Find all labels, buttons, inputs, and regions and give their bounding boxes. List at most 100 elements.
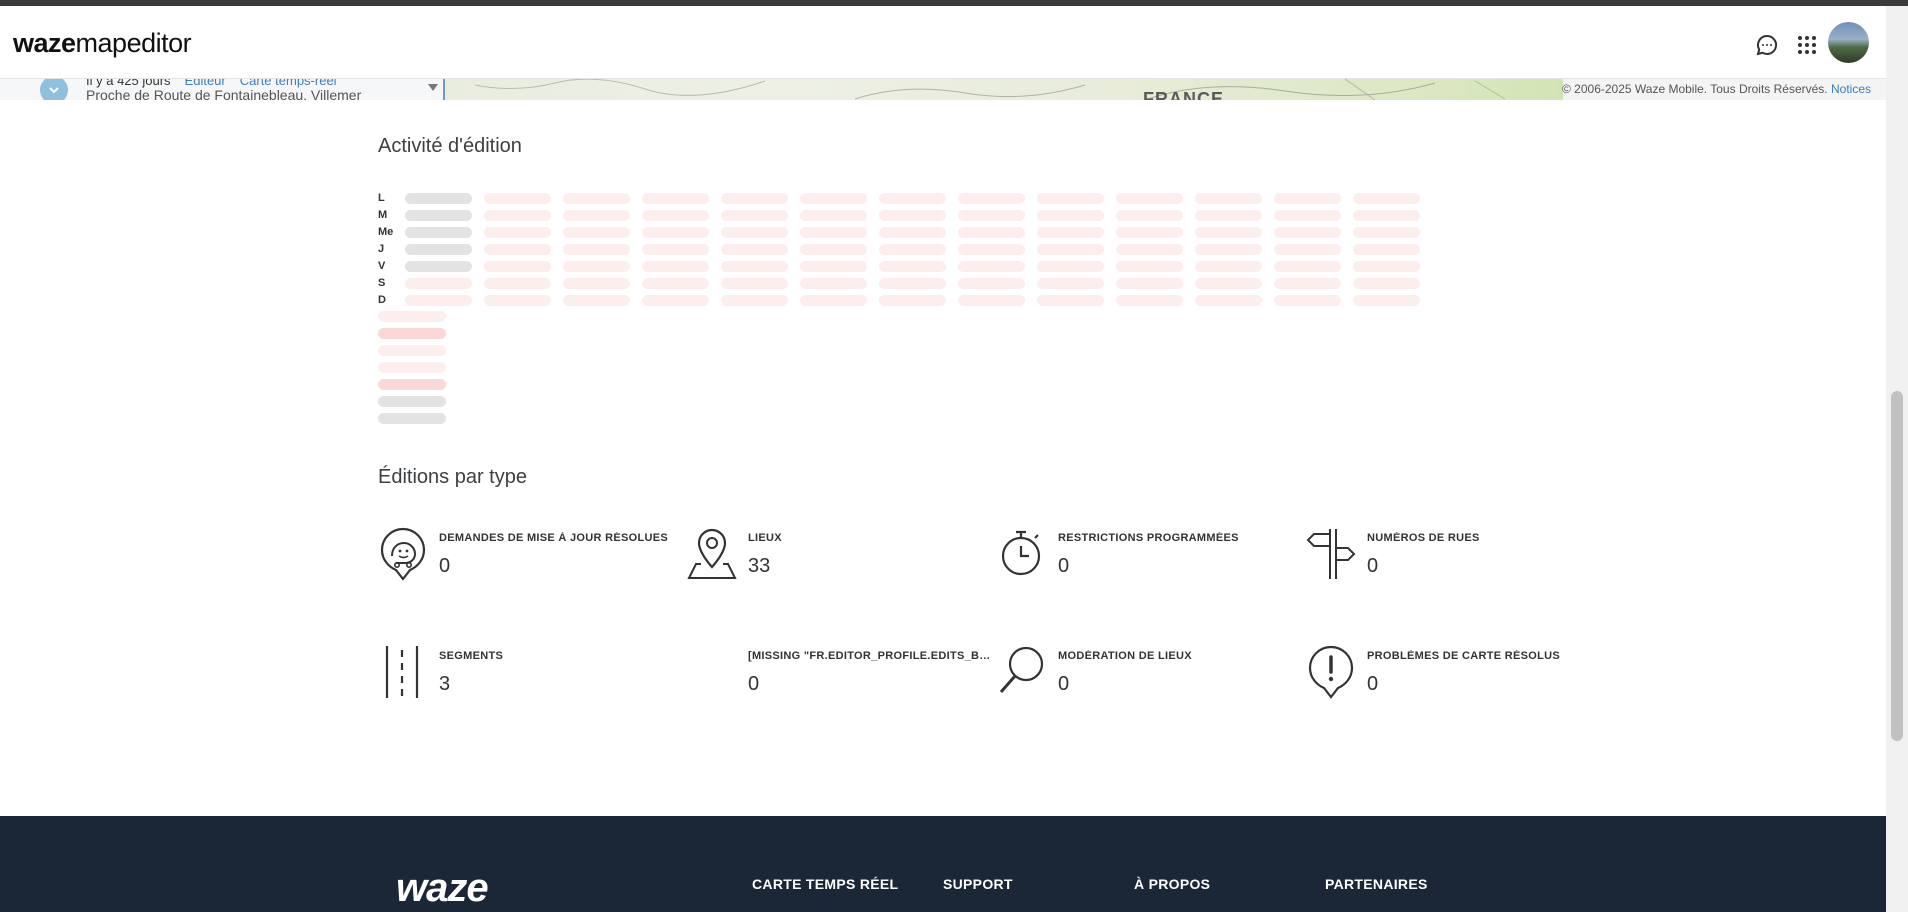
heatmap-cell[interactable] bbox=[563, 278, 630, 289]
heatmap-cell[interactable] bbox=[958, 227, 1025, 238]
heatmap-cell[interactable] bbox=[1037, 261, 1104, 272]
heatmap-cell[interactable] bbox=[642, 261, 709, 272]
heatmap-cell[interactable] bbox=[642, 227, 709, 238]
waze-mapeditor-logo[interactable]: wazemapeditor bbox=[13, 28, 192, 59]
heatmap-cell[interactable] bbox=[405, 227, 472, 238]
heatmap-cell[interactable] bbox=[1037, 210, 1104, 221]
heatmap-cell[interactable] bbox=[1274, 278, 1341, 289]
footer-waze-logo[interactable]: waze bbox=[396, 866, 489, 911]
heatmap-cell[interactable] bbox=[800, 261, 867, 272]
map-image[interactable]: FRANCE bbox=[443, 79, 1563, 100]
heatmap-cell[interactable] bbox=[958, 261, 1025, 272]
heatmap-cell[interactable] bbox=[800, 278, 867, 289]
footer-link-support[interactable]: SUPPORT bbox=[943, 876, 1013, 892]
heatmap-cell[interactable] bbox=[1195, 227, 1262, 238]
heatmap-cell[interactable] bbox=[1353, 261, 1420, 272]
heatmap-cell[interactable] bbox=[1116, 193, 1183, 204]
footer-link-about[interactable]: À PROPOS bbox=[1134, 876, 1210, 892]
heatmap-cell[interactable] bbox=[405, 193, 472, 204]
heatmap-cell[interactable] bbox=[1037, 278, 1104, 289]
heatmap-cell[interactable] bbox=[1274, 244, 1341, 255]
heatmap-cell[interactable] bbox=[958, 295, 1025, 306]
heatmap-cell[interactable] bbox=[879, 244, 946, 255]
heatmap-cell[interactable] bbox=[563, 261, 630, 272]
heatmap-cell[interactable] bbox=[958, 210, 1025, 221]
footer-link-partners[interactable]: PARTENAIRES bbox=[1325, 876, 1428, 892]
heatmap-cell[interactable] bbox=[405, 295, 472, 306]
heatmap-cell[interactable] bbox=[484, 210, 551, 221]
heatmap-cell[interactable] bbox=[721, 295, 788, 306]
user-avatar[interactable] bbox=[1828, 22, 1869, 63]
heatmap-cell[interactable] bbox=[721, 227, 788, 238]
heatmap-cell[interactable] bbox=[958, 278, 1025, 289]
heatmap-cell[interactable] bbox=[1353, 244, 1420, 255]
heatmap-cell[interactable] bbox=[563, 244, 630, 255]
heatmap-cell[interactable] bbox=[1116, 210, 1183, 221]
heatmap-cell[interactable] bbox=[1353, 227, 1420, 238]
scrollbar-thumb[interactable] bbox=[1891, 391, 1903, 741]
heatmap-cell[interactable] bbox=[642, 278, 709, 289]
heatmap-cell[interactable] bbox=[405, 261, 472, 272]
heatmap-cell[interactable] bbox=[1116, 295, 1183, 306]
heatmap-cell[interactable] bbox=[484, 244, 551, 255]
heatmap-cell[interactable] bbox=[721, 210, 788, 221]
heatmap-cell[interactable] bbox=[721, 261, 788, 272]
heatmap-cell[interactable] bbox=[721, 278, 788, 289]
heatmap-cell[interactable] bbox=[642, 295, 709, 306]
heatmap-cell[interactable] bbox=[642, 193, 709, 204]
heatmap-cell[interactable] bbox=[484, 295, 551, 306]
heatmap-cell[interactable] bbox=[563, 193, 630, 204]
heatmap-cell[interactable] bbox=[1274, 261, 1341, 272]
heatmap-cell[interactable] bbox=[879, 193, 946, 204]
heatmap-cell[interactable] bbox=[1274, 295, 1341, 306]
heatmap-cell[interactable] bbox=[1274, 193, 1341, 204]
heatmap-cell[interactable] bbox=[405, 244, 472, 255]
heatmap-cell[interactable] bbox=[721, 193, 788, 204]
heatmap-cell[interactable] bbox=[1353, 278, 1420, 289]
heatmap-cell[interactable] bbox=[1116, 244, 1183, 255]
heatmap-cell[interactable] bbox=[1195, 193, 1262, 204]
heatmap-cell[interactable] bbox=[800, 227, 867, 238]
heatmap-cell[interactable] bbox=[879, 295, 946, 306]
heatmap-cell[interactable] bbox=[721, 244, 788, 255]
heatmap-cell[interactable] bbox=[800, 295, 867, 306]
heatmap-cell[interactable] bbox=[405, 278, 472, 289]
heatmap-cell[interactable] bbox=[958, 244, 1025, 255]
heatmap-cell[interactable] bbox=[879, 261, 946, 272]
apps-grid-icon[interactable] bbox=[1792, 30, 1822, 60]
heatmap-cell[interactable] bbox=[405, 210, 472, 221]
heatmap-cell[interactable] bbox=[484, 227, 551, 238]
heatmap-cell[interactable] bbox=[1353, 295, 1420, 306]
heatmap-cell[interactable] bbox=[1037, 227, 1104, 238]
heatmap-cell[interactable] bbox=[1274, 210, 1341, 221]
heatmap-cell[interactable] bbox=[484, 193, 551, 204]
heatmap-cell[interactable] bbox=[563, 227, 630, 238]
heatmap-cell[interactable] bbox=[563, 295, 630, 306]
notices-link[interactable]: Notices bbox=[1831, 82, 1871, 96]
heatmap-cell[interactable] bbox=[1274, 227, 1341, 238]
footer-link-live-map[interactable]: CARTE TEMPS RÉEL bbox=[752, 876, 898, 892]
heatmap-cell[interactable] bbox=[879, 278, 946, 289]
heatmap-cell[interactable] bbox=[958, 193, 1025, 204]
heatmap-cell[interactable] bbox=[1195, 261, 1262, 272]
heatmap-cell[interactable] bbox=[642, 244, 709, 255]
heatmap-cell[interactable] bbox=[1195, 278, 1262, 289]
heatmap-cell[interactable] bbox=[1037, 295, 1104, 306]
page-scrollbar[interactable] bbox=[1886, 6, 1908, 912]
heatmap-cell[interactable] bbox=[484, 261, 551, 272]
heatmap-cell[interactable] bbox=[1195, 244, 1262, 255]
heatmap-cell[interactable] bbox=[1195, 210, 1262, 221]
expand-button[interactable] bbox=[40, 79, 68, 100]
heatmap-cell[interactable] bbox=[1116, 278, 1183, 289]
heatmap-cell[interactable] bbox=[1116, 261, 1183, 272]
heatmap-cell[interactable] bbox=[484, 278, 551, 289]
heatmap-cell[interactable] bbox=[1037, 193, 1104, 204]
heatmap-cell[interactable] bbox=[800, 193, 867, 204]
heatmap-cell[interactable] bbox=[1116, 227, 1183, 238]
heatmap-cell[interactable] bbox=[879, 227, 946, 238]
dropdown-caret-icon[interactable] bbox=[428, 84, 438, 91]
heatmap-cell[interactable] bbox=[642, 210, 709, 221]
heatmap-cell[interactable] bbox=[1353, 193, 1420, 204]
chat-icon[interactable] bbox=[1752, 30, 1782, 60]
heatmap-cell[interactable] bbox=[879, 210, 946, 221]
